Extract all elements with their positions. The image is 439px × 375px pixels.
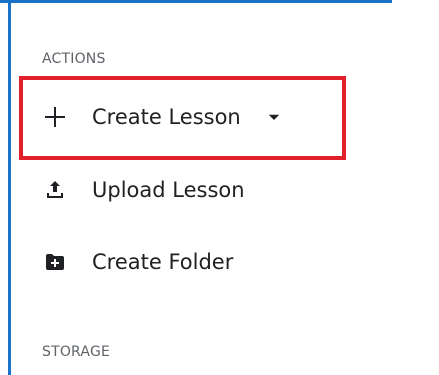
actions-section-label: ACTIONS xyxy=(42,51,106,67)
storage-section-label: STORAGE xyxy=(42,344,111,360)
upload-icon xyxy=(42,177,68,203)
dropdown-arrow-icon[interactable] xyxy=(265,108,283,126)
create-folder-label: Create Folder xyxy=(92,250,234,274)
folder-add-icon xyxy=(42,249,68,275)
actions-panel: ACTIONS Create Lesson Upload Lesson Crea… xyxy=(0,0,439,375)
upload-lesson-button[interactable]: Upload Lesson xyxy=(42,170,245,210)
create-lesson-button[interactable]: Create Lesson xyxy=(42,97,283,137)
panel-left-border xyxy=(0,0,11,375)
panel-top-border xyxy=(0,0,392,3)
plus-icon xyxy=(42,104,68,130)
upload-lesson-label: Upload Lesson xyxy=(92,178,245,202)
create-folder-button[interactable]: Create Folder xyxy=(42,242,233,282)
create-lesson-label: Create Lesson xyxy=(92,105,241,129)
